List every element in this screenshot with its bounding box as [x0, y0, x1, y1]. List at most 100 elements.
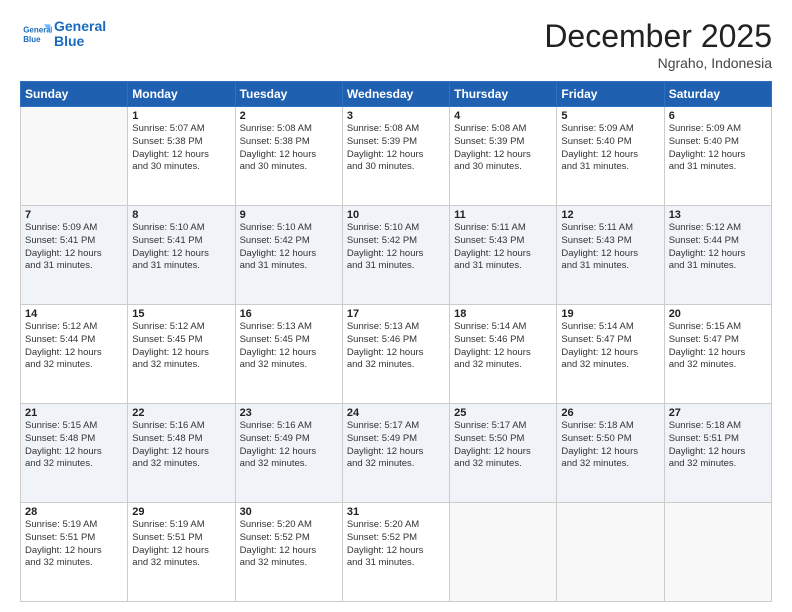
day-info: Sunrise: 5:14 AM Sunset: 5:47 PM Dayligh…	[561, 321, 659, 372]
day-info: Sunrise: 5:09 AM Sunset: 5:40 PM Dayligh…	[669, 123, 767, 174]
calendar-cell: 21Sunrise: 5:15 AM Sunset: 5:48 PM Dayli…	[21, 404, 128, 503]
day-number: 20	[669, 308, 767, 320]
day-info: Sunrise: 5:20 AM Sunset: 5:52 PM Dayligh…	[240, 519, 338, 570]
day-info: Sunrise: 5:10 AM Sunset: 5:41 PM Dayligh…	[132, 222, 230, 273]
calendar-cell: 12Sunrise: 5:11 AM Sunset: 5:43 PM Dayli…	[557, 206, 664, 305]
day-number: 2	[240, 110, 338, 122]
logo-icon: General Blue	[20, 18, 52, 50]
day-number: 9	[240, 209, 338, 221]
day-number: 25	[454, 407, 552, 419]
calendar-cell: 16Sunrise: 5:13 AM Sunset: 5:45 PM Dayli…	[235, 305, 342, 404]
header: General Blue General Blue December 2025 …	[20, 18, 772, 71]
calendar-cell: 2Sunrise: 5:08 AM Sunset: 5:38 PM Daylig…	[235, 107, 342, 206]
calendar-cell: 28Sunrise: 5:19 AM Sunset: 5:51 PM Dayli…	[21, 503, 128, 602]
day-info: Sunrise: 5:10 AM Sunset: 5:42 PM Dayligh…	[240, 222, 338, 273]
calendar-cell: 4Sunrise: 5:08 AM Sunset: 5:39 PM Daylig…	[450, 107, 557, 206]
logo-line1: General	[54, 19, 106, 34]
day-info: Sunrise: 5:17 AM Sunset: 5:49 PM Dayligh…	[347, 420, 445, 471]
month-title: December 2025	[544, 18, 772, 55]
weekday-tuesday: Tuesday	[235, 82, 342, 107]
calendar-cell: 31Sunrise: 5:20 AM Sunset: 5:52 PM Dayli…	[342, 503, 449, 602]
day-info: Sunrise: 5:16 AM Sunset: 5:48 PM Dayligh…	[132, 420, 230, 471]
weekday-thursday: Thursday	[450, 82, 557, 107]
day-number: 15	[132, 308, 230, 320]
logo-line2: Blue	[54, 34, 106, 49]
day-number: 16	[240, 308, 338, 320]
day-info: Sunrise: 5:11 AM Sunset: 5:43 PM Dayligh…	[561, 222, 659, 273]
day-info: Sunrise: 5:18 AM Sunset: 5:50 PM Dayligh…	[561, 420, 659, 471]
day-info: Sunrise: 5:12 AM Sunset: 5:44 PM Dayligh…	[669, 222, 767, 273]
calendar-row-2: 7Sunrise: 5:09 AM Sunset: 5:41 PM Daylig…	[21, 206, 772, 305]
calendar-cell: 30Sunrise: 5:20 AM Sunset: 5:52 PM Dayli…	[235, 503, 342, 602]
day-number: 1	[132, 110, 230, 122]
calendar-cell: 17Sunrise: 5:13 AM Sunset: 5:46 PM Dayli…	[342, 305, 449, 404]
day-number: 10	[347, 209, 445, 221]
title-block: December 2025 Ngraho, Indonesia	[544, 18, 772, 71]
day-number: 14	[25, 308, 123, 320]
calendar-cell: 5Sunrise: 5:09 AM Sunset: 5:40 PM Daylig…	[557, 107, 664, 206]
day-info: Sunrise: 5:20 AM Sunset: 5:52 PM Dayligh…	[347, 519, 445, 570]
day-number: 28	[25, 506, 123, 518]
calendar-cell: 15Sunrise: 5:12 AM Sunset: 5:45 PM Dayli…	[128, 305, 235, 404]
calendar-cell: 20Sunrise: 5:15 AM Sunset: 5:47 PM Dayli…	[664, 305, 771, 404]
day-info: Sunrise: 5:16 AM Sunset: 5:49 PM Dayligh…	[240, 420, 338, 471]
day-info: Sunrise: 5:18 AM Sunset: 5:51 PM Dayligh…	[669, 420, 767, 471]
calendar-cell: 14Sunrise: 5:12 AM Sunset: 5:44 PM Dayli…	[21, 305, 128, 404]
day-info: Sunrise: 5:13 AM Sunset: 5:45 PM Dayligh…	[240, 321, 338, 372]
calendar-cell: 7Sunrise: 5:09 AM Sunset: 5:41 PM Daylig…	[21, 206, 128, 305]
page: General Blue General Blue December 2025 …	[0, 0, 792, 612]
weekday-friday: Friday	[557, 82, 664, 107]
logo: General Blue General Blue	[20, 18, 106, 50]
day-number: 19	[561, 308, 659, 320]
day-number: 21	[25, 407, 123, 419]
calendar-cell: 27Sunrise: 5:18 AM Sunset: 5:51 PM Dayli…	[664, 404, 771, 503]
day-info: Sunrise: 5:09 AM Sunset: 5:41 PM Dayligh…	[25, 222, 123, 273]
calendar-cell: 10Sunrise: 5:10 AM Sunset: 5:42 PM Dayli…	[342, 206, 449, 305]
day-number: 3	[347, 110, 445, 122]
day-info: Sunrise: 5:15 AM Sunset: 5:48 PM Dayligh…	[25, 420, 123, 471]
calendar-cell: 9Sunrise: 5:10 AM Sunset: 5:42 PM Daylig…	[235, 206, 342, 305]
calendar-row-3: 14Sunrise: 5:12 AM Sunset: 5:44 PM Dayli…	[21, 305, 772, 404]
day-number: 31	[347, 506, 445, 518]
calendar-cell: 11Sunrise: 5:11 AM Sunset: 5:43 PM Dayli…	[450, 206, 557, 305]
calendar-cell: 24Sunrise: 5:17 AM Sunset: 5:49 PM Dayli…	[342, 404, 449, 503]
weekday-wednesday: Wednesday	[342, 82, 449, 107]
calendar-cell: 13Sunrise: 5:12 AM Sunset: 5:44 PM Dayli…	[664, 206, 771, 305]
day-info: Sunrise: 5:15 AM Sunset: 5:47 PM Dayligh…	[669, 321, 767, 372]
calendar-table: SundayMondayTuesdayWednesdayThursdayFrid…	[20, 81, 772, 602]
day-number: 18	[454, 308, 552, 320]
day-number: 17	[347, 308, 445, 320]
day-number: 27	[669, 407, 767, 419]
calendar-cell	[557, 503, 664, 602]
calendar-cell: 29Sunrise: 5:19 AM Sunset: 5:51 PM Dayli…	[128, 503, 235, 602]
calendar-cell	[664, 503, 771, 602]
svg-text:Blue: Blue	[23, 35, 41, 44]
day-info: Sunrise: 5:19 AM Sunset: 5:51 PM Dayligh…	[132, 519, 230, 570]
day-info: Sunrise: 5:10 AM Sunset: 5:42 PM Dayligh…	[347, 222, 445, 273]
day-info: Sunrise: 5:12 AM Sunset: 5:44 PM Dayligh…	[25, 321, 123, 372]
calendar-cell: 25Sunrise: 5:17 AM Sunset: 5:50 PM Dayli…	[450, 404, 557, 503]
location: Ngraho, Indonesia	[544, 55, 772, 71]
calendar-row-4: 21Sunrise: 5:15 AM Sunset: 5:48 PM Dayli…	[21, 404, 772, 503]
calendar-cell: 1Sunrise: 5:07 AM Sunset: 5:38 PM Daylig…	[128, 107, 235, 206]
day-number: 23	[240, 407, 338, 419]
day-number: 6	[669, 110, 767, 122]
calendar-cell: 8Sunrise: 5:10 AM Sunset: 5:41 PM Daylig…	[128, 206, 235, 305]
calendar-cell: 18Sunrise: 5:14 AM Sunset: 5:46 PM Dayli…	[450, 305, 557, 404]
day-number: 24	[347, 407, 445, 419]
weekday-header-row: SundayMondayTuesdayWednesdayThursdayFrid…	[21, 82, 772, 107]
day-info: Sunrise: 5:12 AM Sunset: 5:45 PM Dayligh…	[132, 321, 230, 372]
day-info: Sunrise: 5:13 AM Sunset: 5:46 PM Dayligh…	[347, 321, 445, 372]
day-number: 30	[240, 506, 338, 518]
calendar-row-5: 28 Sunrise: 5:19 AM Sunset: 5:51 PM Dayli…	[21, 503, 772, 602]
day-info: Sunrise: 5:07 AM Sunset: 5:38 PM Dayligh…	[132, 123, 230, 174]
calendar-cell: 3Sunrise: 5:08 AM Sunset: 5:39 PM Daylig…	[342, 107, 449, 206]
day-number: 4	[454, 110, 552, 122]
day-number: 11	[454, 209, 552, 221]
calendar-cell: 6Sunrise: 5:09 AM Sunset: 5:40 PM Daylig…	[664, 107, 771, 206]
day-number: 7	[25, 209, 123, 221]
calendar-cell: 23Sunrise: 5:16 AM Sunset: 5:49 PM Dayli…	[235, 404, 342, 503]
calendar-row-1: 1Sunrise: 5:07 AM Sunset: 5:38 PM Daylig…	[21, 107, 772, 206]
day-info: Sunrise: 5:09 AM Sunset: 5:40 PM Dayligh…	[561, 123, 659, 174]
day-number: 12	[561, 209, 659, 221]
